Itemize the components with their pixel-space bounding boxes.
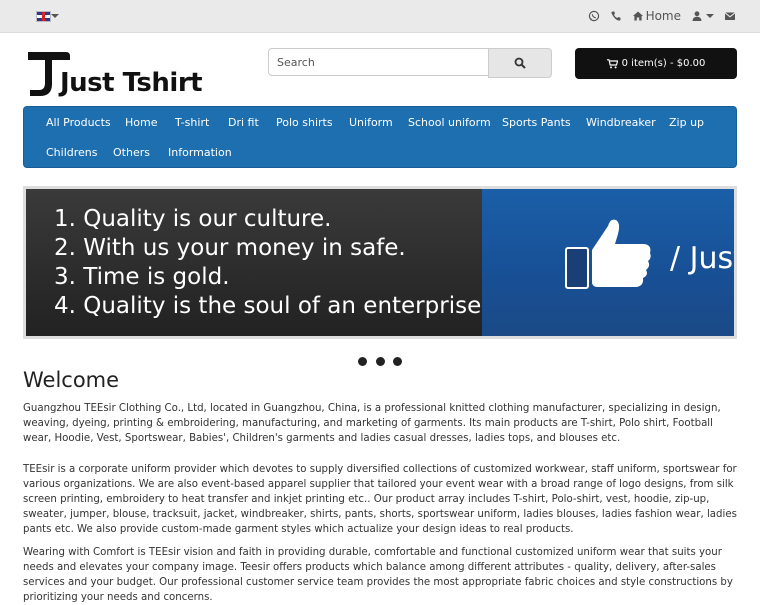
nav-item-information[interactable]: Information bbox=[168, 146, 232, 159]
logo-text: Just Tshirt bbox=[60, 68, 203, 98]
search-button[interactable] bbox=[488, 48, 552, 78]
user-icon bbox=[692, 11, 702, 21]
top-bar: Home bbox=[0, 0, 760, 33]
slider-pagination bbox=[358, 357, 408, 369]
nav-item-windbreaker[interactable]: Windbreaker bbox=[586, 116, 656, 129]
nav-item-zip-up[interactable]: Zip up bbox=[669, 116, 704, 129]
nav-item-sports-pants[interactable]: Sports Pants bbox=[502, 116, 571, 129]
slider-dot[interactable] bbox=[376, 357, 385, 366]
whatsapp-icon[interactable] bbox=[588, 10, 600, 22]
banner-line: 1. Quality is our culture. bbox=[54, 206, 332, 232]
welcome-paragraph: Wearing with Comfort is TEEsir vision an… bbox=[23, 547, 733, 603]
cart-button[interactable]: 0 item(s) - $0.00 bbox=[575, 48, 737, 79]
nav-item-uniform[interactable]: Uniform bbox=[349, 116, 393, 129]
banner-brand-text: / Just bbox=[670, 241, 734, 276]
banner-line: 3. Time is gold. bbox=[54, 264, 230, 290]
home-link[interactable]: Home bbox=[632, 9, 681, 23]
account-menu[interactable] bbox=[691, 10, 714, 22]
welcome-heading: Welcome bbox=[23, 368, 120, 392]
nav-item-school-uniform[interactable]: School uniform bbox=[408, 116, 491, 129]
chevron-down-icon[interactable] bbox=[51, 14, 59, 18]
welcome-paragraph: Guangzhou TEEsir Clothing Co., Ltd, loca… bbox=[23, 403, 721, 444]
chevron-down-icon bbox=[706, 14, 714, 18]
nav-item-home[interactable]: Home bbox=[125, 116, 157, 129]
welcome-paragraph: TEEsir is a corporate uniform provider w… bbox=[23, 464, 737, 535]
hero-banner[interactable]: 1. Quality is our culture. 2. With us yo… bbox=[23, 186, 737, 339]
shopping-cart-icon bbox=[606, 58, 618, 68]
banner-line: 4. Quality is the soul of an enterprise. bbox=[54, 293, 489, 319]
search-input[interactable] bbox=[268, 48, 498, 76]
home-link-label: Home bbox=[645, 9, 681, 23]
phone-icon[interactable] bbox=[610, 10, 622, 22]
nav-item-all-products[interactable]: All Products bbox=[46, 116, 111, 129]
search-icon bbox=[514, 57, 526, 69]
main-nav: All Products Home T-shirt Dri fit Polo s… bbox=[23, 106, 737, 168]
nav-item-t-shirt[interactable]: T-shirt bbox=[175, 116, 209, 129]
site-logo[interactable]: Just Tshirt bbox=[26, 48, 203, 100]
thumbs-up-icon bbox=[565, 219, 651, 289]
home-icon bbox=[632, 11, 643, 21]
banner-brand-panel: / Just bbox=[482, 189, 734, 336]
search-box bbox=[268, 48, 552, 78]
nav-item-polo-shirts[interactable]: Polo shirts bbox=[276, 116, 333, 129]
banner-line: 2. With us your money in safe. bbox=[54, 235, 406, 261]
slider-dot[interactable] bbox=[358, 357, 367, 366]
top-links: Home bbox=[588, 7, 736, 25]
slider-dot[interactable] bbox=[393, 357, 402, 366]
nav-item-childrens[interactable]: Childrens bbox=[46, 146, 98, 159]
banner-text-panel: 1. Quality is our culture. 2. With us yo… bbox=[26, 189, 489, 336]
nav-item-others[interactable]: Others bbox=[113, 146, 150, 159]
envelope-icon[interactable] bbox=[724, 10, 736, 22]
cart-summary: 0 item(s) - $0.00 bbox=[621, 58, 706, 69]
uk-flag-icon[interactable] bbox=[36, 11, 51, 22]
nav-item-dri-fit[interactable]: Dri fit bbox=[228, 116, 259, 129]
